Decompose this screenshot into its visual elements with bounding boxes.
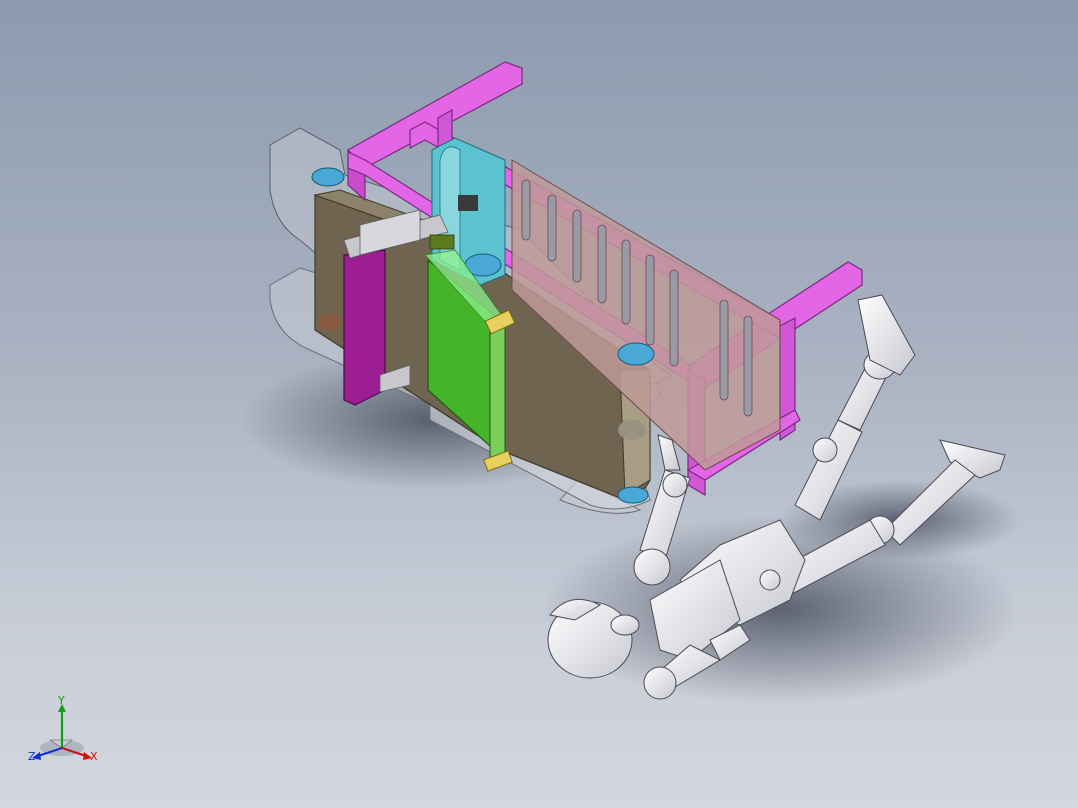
coordinate-triad: X Y Z: [26, 692, 106, 772]
triad-y-label: Y: [58, 694, 65, 707]
triad-z-label: Z: [28, 750, 36, 763]
model-scene[interactable]: [0, 0, 1078, 808]
triad-x-label: X: [90, 750, 98, 763]
graphics-viewport[interactable]: X Y Z: [0, 0, 1078, 808]
